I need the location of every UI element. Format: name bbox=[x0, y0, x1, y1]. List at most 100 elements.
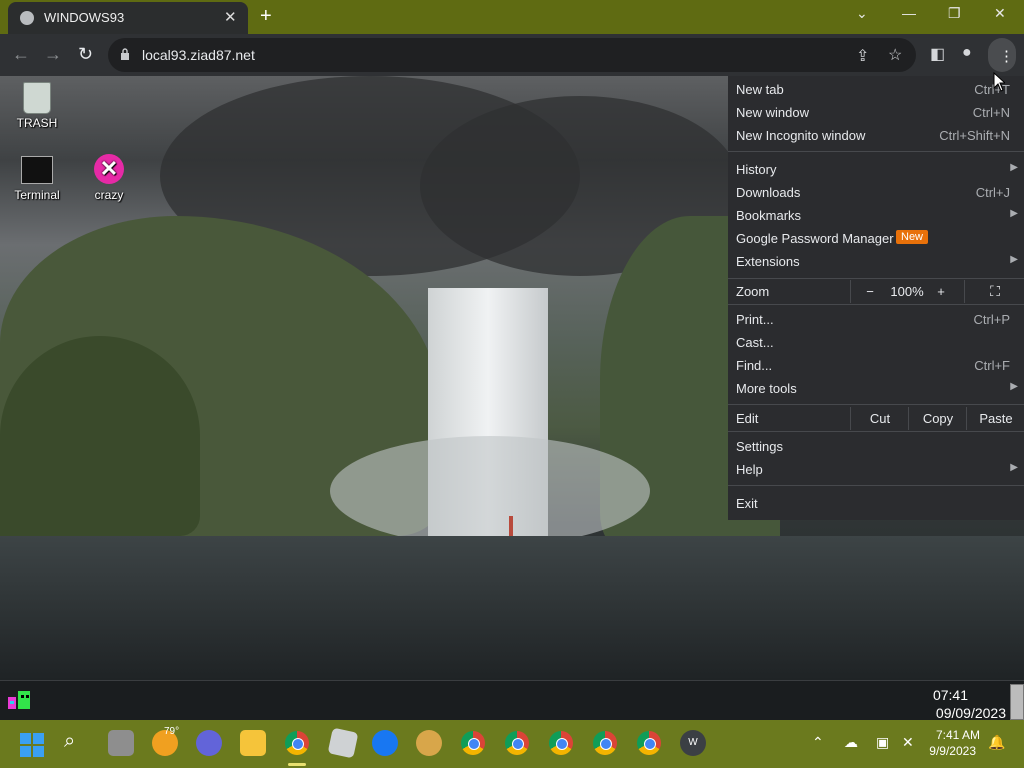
windows-start-icon[interactable] bbox=[20, 733, 44, 757]
menu-separator bbox=[728, 485, 1024, 486]
cut-button[interactable]: Cut bbox=[850, 407, 909, 430]
desktop-icon-trash[interactable]: TRASH bbox=[2, 82, 72, 130]
chevron-down-icon[interactable]: ⌄ bbox=[856, 5, 868, 22]
weather-temp: 79° bbox=[164, 726, 180, 737]
crazy-icon: ✕ bbox=[94, 154, 124, 184]
address-bar[interactable]: local93.ziad87.net ⇪ ☆ bbox=[108, 38, 916, 72]
side-panel-icon[interactable]: ◧ bbox=[930, 44, 945, 64]
menu-label: Extensions bbox=[736, 254, 800, 269]
task-view-icon[interactable] bbox=[108, 730, 134, 756]
taskbar-clock-time[interactable]: 7:41 AM bbox=[936, 728, 980, 742]
back-icon[interactable]: ← bbox=[12, 44, 30, 65]
paste-button[interactable]: Paste bbox=[966, 407, 1024, 430]
menu-shortcut: Ctrl+F bbox=[974, 358, 1010, 373]
submenu-arrow-icon: ▶ bbox=[1010, 381, 1018, 392]
win93-clock-date: 09/09/2023 bbox=[935, 705, 1006, 721]
menu-label: New Incognito window bbox=[736, 128, 866, 143]
zoom-minus-label: − bbox=[866, 284, 874, 299]
menu-label: Downloads bbox=[736, 185, 801, 200]
chrome-icon[interactable] bbox=[461, 731, 485, 755]
menu-item-new-window[interactable]: New window Ctrl+N bbox=[728, 101, 1024, 124]
menu-item-bookmarks[interactable]: Bookmarks ▶ bbox=[728, 204, 1024, 227]
zoom-in-button[interactable]: + bbox=[926, 284, 956, 299]
active-indicator bbox=[288, 763, 306, 766]
taskbar-clock-date[interactable]: 9/9/2023 bbox=[929, 744, 976, 758]
tab-windows93[interactable]: WINDOWS93 ✕ bbox=[8, 2, 248, 34]
roblox-icon[interactable] bbox=[327, 727, 359, 759]
menu-separator bbox=[728, 151, 1024, 152]
menu-item-zoom: Zoom − 100% + ⛶ bbox=[728, 280, 1024, 303]
desktop-icon-crazy[interactable]: ✕ crazy bbox=[74, 154, 144, 202]
zoom-value: 100% bbox=[890, 284, 924, 299]
cloud-off-icon[interactable]: ☁ bbox=[844, 734, 858, 751]
menu-item-incognito[interactable]: New Incognito window Ctrl+Shift+N bbox=[728, 124, 1024, 147]
menu-item-downloads[interactable]: Downloads Ctrl+J bbox=[728, 181, 1024, 204]
share-icon[interactable]: ⇪ bbox=[856, 46, 869, 66]
menu-label: New window bbox=[736, 105, 809, 120]
person-figure bbox=[509, 516, 513, 536]
scrollbar-thumb[interactable] bbox=[1010, 684, 1024, 720]
menu-separator bbox=[728, 431, 1024, 432]
menu-item-find[interactable]: Find... Ctrl+F bbox=[728, 354, 1024, 377]
doge-icon[interactable] bbox=[416, 730, 442, 756]
desktop-icon-label: TRASH bbox=[16, 116, 58, 130]
menu-item-extensions[interactable]: Extensions ▶ bbox=[728, 250, 1024, 273]
bookmark-star-icon[interactable]: ☆ bbox=[888, 45, 902, 65]
win93-start-icon[interactable] bbox=[6, 687, 34, 713]
fullscreen-button[interactable]: ⛶ bbox=[964, 280, 1024, 303]
chrome-icon[interactable] bbox=[593, 731, 617, 755]
desktop-icon-terminal[interactable]: Terminal bbox=[2, 156, 72, 202]
terminal-icon bbox=[21, 156, 53, 184]
menu-item-help[interactable]: Help ▶ bbox=[728, 458, 1024, 481]
chrome-icon[interactable] bbox=[637, 731, 661, 755]
left-cliff-front bbox=[0, 336, 200, 536]
menu-item-history[interactable]: History ▶ bbox=[728, 158, 1024, 181]
menu-item-more-tools[interactable]: More tools ▶ bbox=[728, 377, 1024, 400]
notification-bell-icon[interactable]: 🔔 bbox=[988, 734, 1005, 751]
windows-taskbar: ⌕ 79° W ⌃ ☁ ▣ ✕ 7:41 AM 9/9/2023 🔔 bbox=[0, 720, 1024, 768]
tab-close-icon[interactable]: ✕ bbox=[224, 8, 237, 26]
reload-icon[interactable]: ↻ bbox=[78, 44, 93, 65]
teams-icon[interactable] bbox=[196, 730, 222, 756]
chrome-icon[interactable] bbox=[549, 731, 573, 755]
menu-item-password-manager[interactable]: Google Password Manager New bbox=[728, 227, 1024, 250]
menu-item-cast[interactable]: Cast... bbox=[728, 331, 1024, 354]
volume-muted-icon[interactable]: ✕ bbox=[902, 734, 914, 751]
menu-shortcut: Ctrl+P bbox=[973, 312, 1010, 327]
file-explorer-icon[interactable] bbox=[240, 730, 266, 756]
profile-icon[interactable]: ● bbox=[962, 44, 972, 62]
browser-titlebar: WINDOWS93 ✕ + ⌄ — ❐ ✕ bbox=[0, 0, 1024, 34]
menu-item-settings[interactable]: Settings bbox=[728, 435, 1024, 458]
facebook-icon[interactable] bbox=[372, 730, 398, 756]
zoom-plus-label: + bbox=[937, 284, 945, 299]
w-app-icon[interactable]: W bbox=[680, 730, 706, 756]
cut-label: Cut bbox=[869, 411, 891, 426]
chrome-menu-button[interactable]: ⋮ bbox=[988, 38, 1016, 72]
copy-button[interactable]: Copy bbox=[908, 407, 967, 430]
new-tab-button[interactable]: + bbox=[260, 5, 272, 28]
minimize-icon[interactable]: — bbox=[902, 5, 916, 21]
url-text: local93.ziad87.net bbox=[142, 47, 255, 63]
network-icon[interactable]: ▣ bbox=[876, 734, 889, 751]
close-icon[interactable]: ✕ bbox=[994, 5, 1006, 22]
menu-item-new-tab[interactable]: New tab Ctrl+T bbox=[728, 78, 1024, 101]
menu-separator bbox=[728, 304, 1024, 305]
zoom-out-button[interactable]: − bbox=[850, 280, 889, 303]
trash-icon bbox=[23, 82, 51, 114]
menu-item-print[interactable]: Print... Ctrl+P bbox=[728, 308, 1024, 331]
tab-title: WINDOWS93 bbox=[44, 10, 125, 25]
menu-separator bbox=[728, 278, 1024, 279]
menu-label: Google Password Manager bbox=[736, 231, 894, 246]
menu-item-exit[interactable]: Exit bbox=[728, 492, 1024, 515]
menu-label: Settings bbox=[736, 439, 783, 454]
menu-label: Help bbox=[736, 462, 763, 477]
menu-label: Zoom bbox=[736, 284, 770, 299]
chrome-profile-icon[interactable] bbox=[285, 731, 309, 755]
chrome-icon[interactable] bbox=[505, 731, 529, 755]
search-icon[interactable]: ⌕ bbox=[64, 730, 75, 753]
menu-label: Bookmarks bbox=[736, 208, 802, 223]
forward-icon[interactable]: → bbox=[44, 44, 62, 65]
chevron-up-icon[interactable]: ⌃ bbox=[812, 734, 824, 751]
menu-label: Find... bbox=[736, 358, 773, 373]
restore-icon[interactable]: ❐ bbox=[948, 5, 961, 22]
